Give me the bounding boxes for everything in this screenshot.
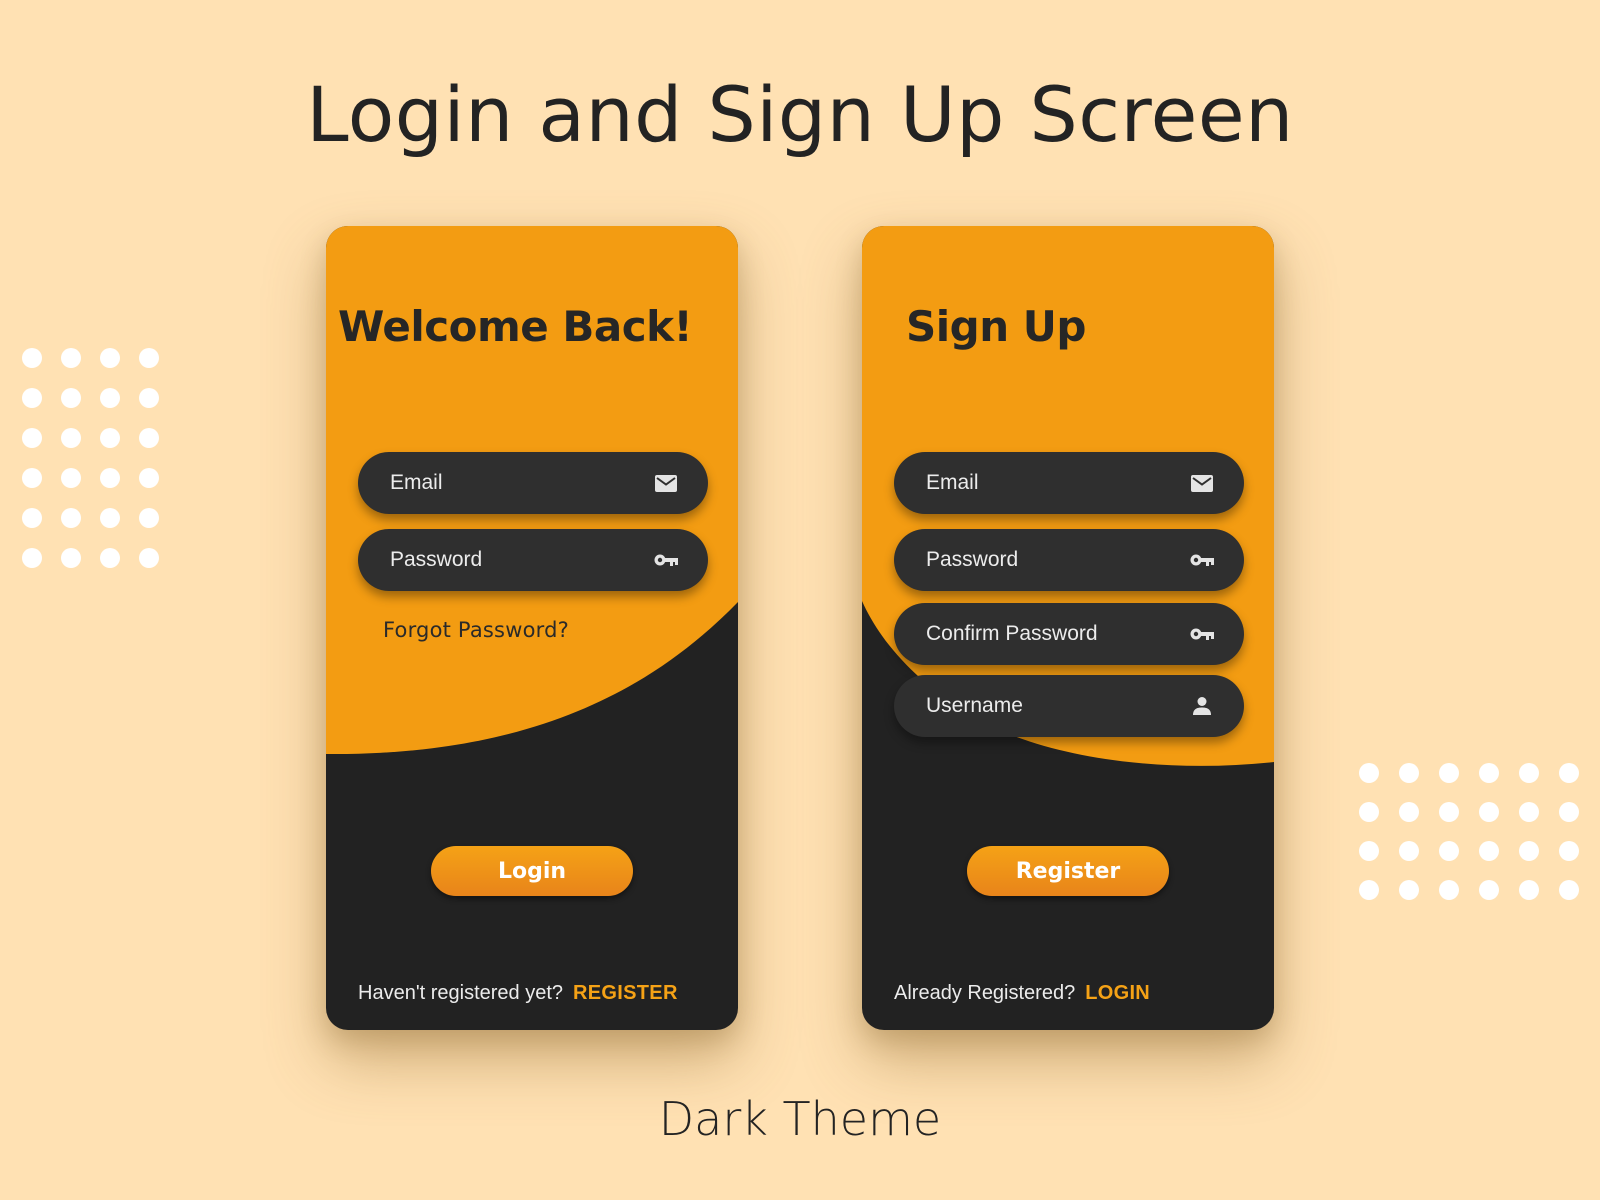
decorative-dot: [1519, 763, 1539, 783]
email-field-placeholder: Email: [390, 471, 443, 494]
person-icon: [1190, 694, 1214, 718]
decorative-dot: [22, 468, 42, 488]
decorative-dot: [1479, 763, 1499, 783]
decorative-dot: [100, 548, 120, 568]
decorative-dot: [100, 508, 120, 528]
decorative-dot: [1559, 802, 1579, 822]
login-button[interactable]: Login: [431, 846, 633, 896]
decorative-dot: [139, 548, 159, 568]
email-field[interactable]: Email: [894, 452, 1244, 514]
decorative-dot: [1439, 880, 1459, 900]
signup-heading: Sign Up: [906, 302, 1086, 351]
mail-icon: [1190, 471, 1214, 495]
password-field[interactable]: Password: [894, 529, 1244, 591]
decorative-dot: [1519, 841, 1539, 861]
decorative-dot: [61, 508, 81, 528]
login-link[interactable]: LOGIN: [1085, 982, 1150, 1005]
decorative-dot: [61, 468, 81, 488]
decorative-dot: [1479, 802, 1499, 822]
decorative-dot: [22, 548, 42, 568]
decorative-dot: [1359, 880, 1379, 900]
decorative-dot: [1359, 763, 1379, 783]
forgot-password-link[interactable]: Forgot Password?: [383, 618, 569, 642]
decorative-dot: [61, 428, 81, 448]
mail-icon: [654, 471, 678, 495]
confirm-password-field[interactable]: Confirm Password: [894, 603, 1244, 665]
login-heading: Welcome Back!: [338, 302, 693, 351]
decorative-dot: [139, 508, 159, 528]
decorative-dot: [22, 428, 42, 448]
decorative-dot: [1559, 841, 1579, 861]
decorative-dot: [1399, 802, 1419, 822]
email-field-placeholder: Email: [926, 471, 979, 494]
decorative-dot: [1519, 880, 1539, 900]
decorative-dot: [22, 388, 42, 408]
register-prompt: Haven't registered yet? REGISTER: [358, 982, 678, 1005]
decorative-dot: [1359, 802, 1379, 822]
decorative-dot: [100, 468, 120, 488]
decorative-dot: [1559, 763, 1579, 783]
decorative-dot: [139, 468, 159, 488]
decorative-dot: [61, 388, 81, 408]
decorative-dot: [1359, 841, 1379, 861]
email-field[interactable]: Email: [358, 452, 708, 514]
decorative-dot: [61, 548, 81, 568]
key-icon: [654, 548, 678, 572]
decorative-dot: [139, 348, 159, 368]
decorative-dot: [139, 428, 159, 448]
decorative-dot: [100, 428, 120, 448]
decorative-dot: [100, 348, 120, 368]
decorative-dot: [139, 388, 159, 408]
decorative-dot: [1439, 763, 1459, 783]
key-icon: [1190, 622, 1214, 646]
username-field-placeholder: Username: [926, 694, 1023, 717]
decorative-dot: [1399, 763, 1419, 783]
decorative-dot: [61, 348, 81, 368]
decorative-dot: [22, 348, 42, 368]
decorative-dot: [1399, 880, 1419, 900]
password-field[interactable]: Password: [358, 529, 708, 591]
register-prompt-text: Haven't registered yet?: [358, 982, 564, 1004]
confirm-password-field-placeholder: Confirm Password: [926, 622, 1098, 645]
decorative-dot: [1479, 880, 1499, 900]
decorative-dot: [22, 508, 42, 528]
login-screen-mockup: Welcome Back! Email Password Forgot Pass…: [326, 226, 738, 1030]
key-icon: [1190, 548, 1214, 572]
decorative-dot: [1479, 841, 1499, 861]
login-prompt-text: Already Registered?: [894, 982, 1076, 1004]
decorative-dot: [1399, 841, 1419, 861]
username-field[interactable]: Username: [894, 675, 1244, 737]
password-field-placeholder: Password: [390, 548, 483, 571]
decorative-dot: [100, 388, 120, 408]
decorative-dot: [1559, 880, 1579, 900]
decorative-dot: [1439, 802, 1459, 822]
signup-screen-mockup: Sign Up Email Password Confirm Password …: [862, 226, 1274, 1030]
login-prompt: Already Registered? LOGIN: [894, 982, 1150, 1005]
page-title: Login and Sign Up Screen: [306, 70, 1294, 159]
decorative-dot-grid-left: [22, 348, 159, 568]
theme-caption: Dark Theme: [658, 1092, 942, 1146]
decorative-dot-grid-right: [1359, 763, 1579, 900]
password-field-placeholder: Password: [926, 548, 1019, 571]
register-button[interactable]: Register: [967, 846, 1169, 896]
register-link[interactable]: REGISTER: [573, 982, 678, 1005]
decorative-dot: [1519, 802, 1539, 822]
decorative-dot: [1439, 841, 1459, 861]
